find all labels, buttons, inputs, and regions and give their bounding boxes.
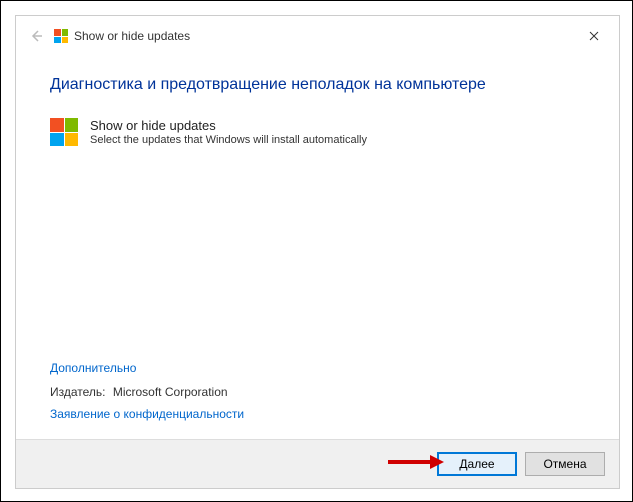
item-text: Show or hide updates Select the updates …: [90, 118, 367, 146]
publisher-row: Издатель: Microsoft Corporation: [50, 385, 244, 399]
next-button[interactable]: Далее: [437, 452, 517, 476]
titlebar: Show or hide updates: [16, 16, 619, 56]
windows-logo-icon: [54, 29, 68, 43]
cancel-button[interactable]: Отмена: [525, 452, 605, 476]
windows-logo-icon: [50, 118, 78, 146]
publisher-value: Microsoft Corporation: [113, 385, 228, 399]
item-title: Show or hide updates: [90, 118, 367, 133]
publisher-label: Издатель:: [50, 385, 106, 399]
window-title: Show or hide updates: [74, 29, 190, 43]
back-arrow-icon: [28, 28, 44, 44]
bottom-links: Дополнительно Издатель: Microsoft Corpor…: [50, 361, 244, 431]
advanced-link[interactable]: Дополнительно: [50, 361, 244, 375]
item-subtitle: Select the updates that Windows will ins…: [90, 134, 367, 146]
privacy-link[interactable]: Заявление о конфиденциальности: [50, 407, 244, 421]
content-area: Диагностика и предотвращение неполадок н…: [16, 56, 619, 439]
close-button[interactable]: [579, 24, 609, 48]
dialog-footer: Далее Отмена: [16, 439, 619, 488]
page-heading: Диагностика и предотвращение неполадок н…: [50, 76, 585, 94]
close-icon: [589, 31, 599, 41]
troubleshooter-dialog: Show or hide updates Диагностика и предо…: [15, 15, 620, 489]
back-button[interactable]: [26, 26, 46, 46]
troubleshooter-item: Show or hide updates Select the updates …: [50, 118, 585, 146]
